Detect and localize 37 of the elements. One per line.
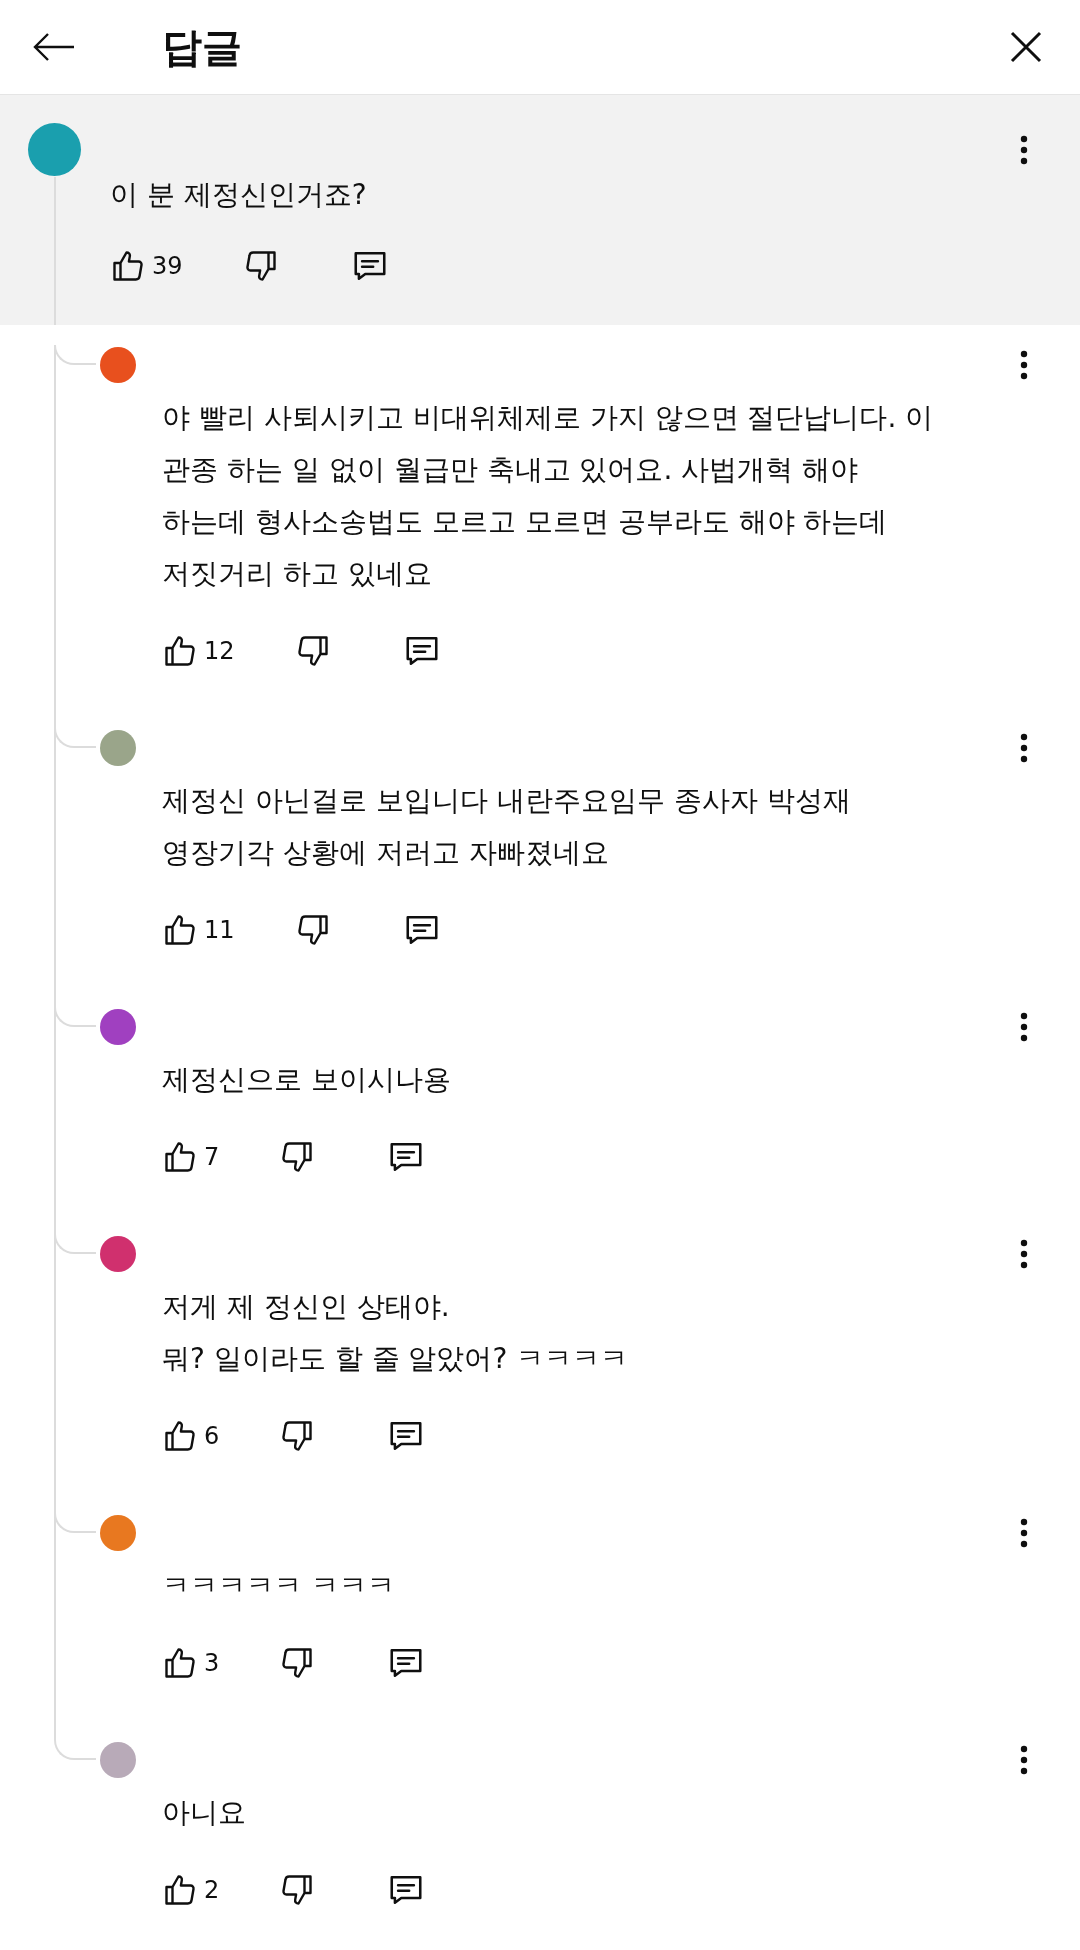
thumbs-up-icon [162,1139,198,1175]
page-title: 답글 [162,23,242,72]
like-button[interactable]: 6 [162,1406,220,1466]
back-arrow-icon [32,32,76,62]
more-icon[interactable] [1020,350,1028,380]
thread-connector [54,1007,96,1027]
thumbs-up-icon [162,1645,198,1681]
more-icon[interactable] [1020,733,1028,763]
like-button[interactable]: 7 [162,1127,220,1187]
close-icon [1009,30,1043,64]
thumbs-up-icon [162,633,198,669]
reply-text: 제정신으로 보이시나용 [162,1062,452,1098]
more-icon[interactable] [1020,1239,1028,1269]
more-icon[interactable] [1020,1012,1028,1042]
reply-text: 저게 제 정신인 상태야. 뭐? 일이라도 할 줄 알았어? ㅋㅋㅋㅋ [162,1289,630,1377]
thread-connector [54,1740,96,1760]
thumbs-up-icon [110,248,146,284]
thumbs-up-icon [162,1418,198,1454]
thumbs-up-icon [162,912,198,948]
like-button[interactable]: 2 [162,1860,220,1920]
like-button[interactable]: 39 [110,236,183,296]
more-icon[interactable] [1020,135,1028,165]
thumbs-up-icon [162,1872,198,1908]
reply-text: 제정신 아닌걸로 보입니다 내란주요임무 종사자 박성재 영장기각 상황에 저러고 자빠졌네요 [162,783,852,871]
thread-connector [54,1513,96,1533]
reply-text: 아니요 [162,1795,247,1831]
reply-text: 야 빨리 사퇴시키고 비대위체제로 가지 않으면 절단납니다. 이 관종 하는 일 없이 월급만 축내고 있어요. 사법개혁 해야 하는데 형사소송법도 모르고 모르면 공부라도 해야 하는데 저짓거리 하고 있네요 [162,400,935,592]
thread-connector [54,1234,96,1254]
comment-text: 이 분 제정신인거죠? [110,177,368,213]
thread-connector [54,345,96,365]
like-button[interactable]: 3 [162,1633,220,1693]
more-icon[interactable] [1020,1518,1028,1548]
more-icon[interactable] [1020,1745,1028,1775]
like-button[interactable]: 12 [162,621,235,681]
like-button[interactable]: 11 [162,900,235,960]
thread-connector [54,728,96,748]
reply-text: ㅋㅋㅋㅋㅋ ㅋㅋㅋ [162,1568,396,1604]
